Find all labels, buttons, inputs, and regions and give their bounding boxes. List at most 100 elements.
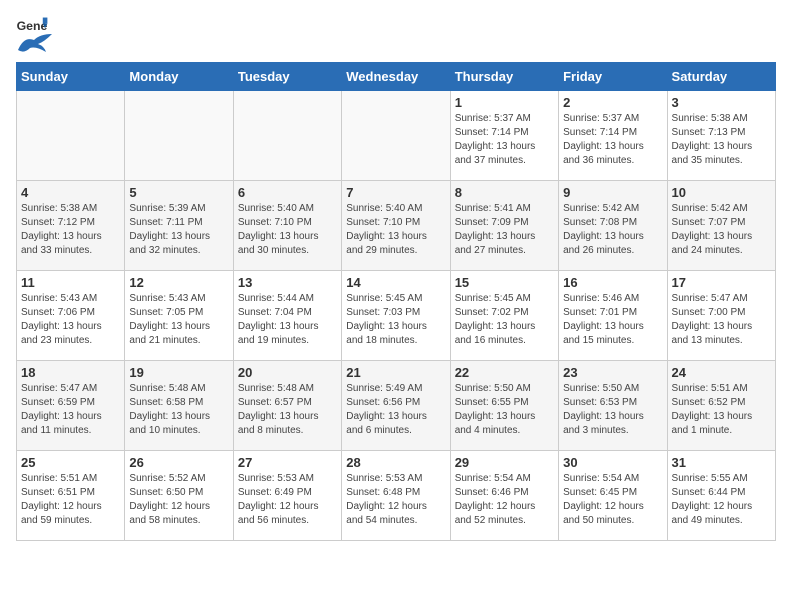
calendar-cell: 4 Sunrise: 5:38 AM Sunset: 7:12 PM Daylig… — [17, 181, 125, 271]
day-number: 20 — [238, 365, 337, 380]
calendar-cell: 26Sunrise: 5:52 AM Sunset: 6:50 PM Dayli… — [125, 451, 233, 541]
calendar-cell: 21 Sunrise: 5:49 AM Sunset: 6:56 PM Dayli… — [342, 361, 450, 451]
calendar-cell: 24 Sunrise: 5:51 AM Sunset: 6:52 PM Dayli… — [667, 361, 775, 451]
day-number: 26 — [129, 455, 228, 470]
day-info: Sunrise: 5:50 AM Sunset: 6:55 PM Dayligh… — [455, 382, 554, 438]
calendar-cell — [233, 91, 341, 181]
day-number: 19 — [129, 365, 228, 380]
calendar-cell: 10 Sunrise: 5:42 AM Sunset: 7:07 PM Dayli… — [667, 181, 775, 271]
logo: General — [16, 16, 54, 54]
col-header-thursday: Thursday — [450, 63, 558, 91]
day-info: Sunrise: 5:54 AM Sunset: 6:46 PM Dayligh… — [455, 472, 554, 528]
day-info: Sunrise: 5:44 AM Sunset: 7:04 PM Dayligh… — [238, 292, 337, 348]
calendar-cell: 19 Sunrise: 5:48 AM Sunset: 6:58 PM Dayli… — [125, 361, 233, 451]
calendar-cell: 17 Sunrise: 5:47 AM Sunset: 7:00 PM Dayli… — [667, 271, 775, 361]
day-number: 1 — [455, 95, 554, 110]
calendar-cell: 18 Sunrise: 5:47 AM Sunset: 6:59 PM Dayli… — [17, 361, 125, 451]
col-header-friday: Friday — [559, 63, 667, 91]
col-header-saturday: Saturday — [667, 63, 775, 91]
day-info: Sunrise: 5:43 AM Sunset: 7:06 PM Dayligh… — [21, 292, 120, 348]
day-info: Sunrise: 5:47 AM Sunset: 7:00 PM Dayligh… — [672, 292, 771, 348]
day-number: 7 — [346, 185, 445, 200]
day-number: 15 — [455, 275, 554, 290]
calendar-cell: 8 Sunrise: 5:41 AM Sunset: 7:09 PM Daylig… — [450, 181, 558, 271]
day-info: Sunrise: 5:40 AM Sunset: 7:10 PM Dayligh… — [238, 202, 337, 258]
day-number: 29 — [455, 455, 554, 470]
calendar-cell: 25 Sunrise: 5:51 AM Sunset: 6:51 PM Dayli… — [17, 451, 125, 541]
day-number: 23 — [563, 365, 662, 380]
day-info: Sunrise: 5:39 AM Sunset: 7:11 PM Dayligh… — [129, 202, 228, 258]
calendar-cell: 7 Sunrise: 5:40 AM Sunset: 7:10 PM Daylig… — [342, 181, 450, 271]
day-number: 27 — [238, 455, 337, 470]
calendar-cell: 30 Sunrise: 5:54 AM Sunset: 6:45 PM Dayli… — [559, 451, 667, 541]
calendar-cell: 3 Sunrise: 5:38 AM Sunset: 7:13 PM Daylig… — [667, 91, 775, 181]
calendar-cell — [125, 91, 233, 181]
calendar-table: SundayMondayTuesdayWednesdayThursdayFrid… — [16, 62, 776, 541]
day-info: Sunrise: 5:38 AM Sunset: 7:13 PM Dayligh… — [672, 112, 771, 168]
col-header-monday: Monday — [125, 63, 233, 91]
day-number: 25 — [21, 455, 120, 470]
day-info: Sunrise: 5:49 AM Sunset: 6:56 PM Dayligh… — [346, 382, 445, 438]
calendar-cell: 16 Sunrise: 5:46 AM Sunset: 7:01 PM Dayli… — [559, 271, 667, 361]
col-header-tuesday: Tuesday — [233, 63, 341, 91]
day-number: 2 — [563, 95, 662, 110]
calendar-cell: 29 Sunrise: 5:54 AM Sunset: 6:46 PM Dayli… — [450, 451, 558, 541]
day-info: Sunrise: 5:54 AM Sunset: 6:45 PM Dayligh… — [563, 472, 662, 528]
week-row-1: 1 Sunrise: 5:37 AM Sunset: 7:14 PM Daylig… — [17, 91, 776, 181]
day-info: Sunrise: 5:42 AM Sunset: 7:08 PM Dayligh… — [563, 202, 662, 258]
day-info: Sunrise: 5:51 AM Sunset: 6:51 PM Dayligh… — [21, 472, 120, 528]
calendar-cell: 14Sunrise: 5:45 AM Sunset: 7:03 PM Dayli… — [342, 271, 450, 361]
day-number: 17 — [672, 275, 771, 290]
calendar-cell: 1 Sunrise: 5:37 AM Sunset: 7:14 PM Daylig… — [450, 91, 558, 181]
day-info: Sunrise: 5:42 AM Sunset: 7:07 PM Dayligh… — [672, 202, 771, 258]
day-number: 28 — [346, 455, 445, 470]
day-number: 21 — [346, 365, 445, 380]
day-info: Sunrise: 5:46 AM Sunset: 7:01 PM Dayligh… — [563, 292, 662, 348]
day-number: 11 — [21, 275, 120, 290]
calendar-cell — [342, 91, 450, 181]
day-number: 5 — [129, 185, 228, 200]
day-number: 13 — [238, 275, 337, 290]
day-number: 6 — [238, 185, 337, 200]
day-number: 16 — [563, 275, 662, 290]
day-number: 4 — [21, 185, 120, 200]
day-number: 8 — [455, 185, 554, 200]
week-row-5: 25 Sunrise: 5:51 AM Sunset: 6:51 PM Dayli… — [17, 451, 776, 541]
calendar-cell: 31Sunrise: 5:55 AM Sunset: 6:44 PM Dayli… — [667, 451, 775, 541]
day-info: Sunrise: 5:53 AM Sunset: 6:49 PM Dayligh… — [238, 472, 337, 528]
logo-bird-icon — [16, 32, 52, 54]
week-row-2: 4 Sunrise: 5:38 AM Sunset: 7:12 PM Daylig… — [17, 181, 776, 271]
day-info: Sunrise: 5:51 AM Sunset: 6:52 PM Dayligh… — [672, 382, 771, 438]
day-info: Sunrise: 5:38 AM Sunset: 7:12 PM Dayligh… — [21, 202, 120, 258]
day-info: Sunrise: 5:41 AM Sunset: 7:09 PM Dayligh… — [455, 202, 554, 258]
day-info: Sunrise: 5:48 AM Sunset: 6:57 PM Dayligh… — [238, 382, 337, 438]
col-header-wednesday: Wednesday — [342, 63, 450, 91]
day-info: Sunrise: 5:37 AM Sunset: 7:14 PM Dayligh… — [455, 112, 554, 168]
day-number: 9 — [563, 185, 662, 200]
day-info: Sunrise: 5:53 AM Sunset: 6:48 PM Dayligh… — [346, 472, 445, 528]
day-number: 22 — [455, 365, 554, 380]
day-info: Sunrise: 5:43 AM Sunset: 7:05 PM Dayligh… — [129, 292, 228, 348]
calendar-cell: 9 Sunrise: 5:42 AM Sunset: 7:08 PM Daylig… — [559, 181, 667, 271]
day-number: 3 — [672, 95, 771, 110]
day-info: Sunrise: 5:55 AM Sunset: 6:44 PM Dayligh… — [672, 472, 771, 528]
header-row: SundayMondayTuesdayWednesdayThursdayFrid… — [17, 63, 776, 91]
day-info: Sunrise: 5:40 AM Sunset: 7:10 PM Dayligh… — [346, 202, 445, 258]
calendar-cell: 22 Sunrise: 5:50 AM Sunset: 6:55 PM Dayli… — [450, 361, 558, 451]
day-number: 12 — [129, 275, 228, 290]
day-number: 18 — [21, 365, 120, 380]
calendar-cell: 12 Sunrise: 5:43 AM Sunset: 7:05 PM Dayli… — [125, 271, 233, 361]
day-info: Sunrise: 5:48 AM Sunset: 6:58 PM Dayligh… — [129, 382, 228, 438]
day-info: Sunrise: 5:47 AM Sunset: 6:59 PM Dayligh… — [21, 382, 120, 438]
page-header: General — [16, 16, 776, 54]
calendar-cell: 2 Sunrise: 5:37 AM Sunset: 7:14 PM Daylig… — [559, 91, 667, 181]
calendar-cell: 5 Sunrise: 5:39 AM Sunset: 7:11 PM Daylig… — [125, 181, 233, 271]
day-number: 10 — [672, 185, 771, 200]
day-info: Sunrise: 5:37 AM Sunset: 7:14 PM Dayligh… — [563, 112, 662, 168]
calendar-cell: 23Sunrise: 5:50 AM Sunset: 6:53 PM Dayli… — [559, 361, 667, 451]
calendar-cell: 27 Sunrise: 5:53 AM Sunset: 6:49 PM Dayli… — [233, 451, 341, 541]
day-number: 24 — [672, 365, 771, 380]
calendar-cell: 13 Sunrise: 5:44 AM Sunset: 7:04 PM Dayli… — [233, 271, 341, 361]
day-number: 30 — [563, 455, 662, 470]
day-info: Sunrise: 5:45 AM Sunset: 7:03 PM Dayligh… — [346, 292, 445, 348]
